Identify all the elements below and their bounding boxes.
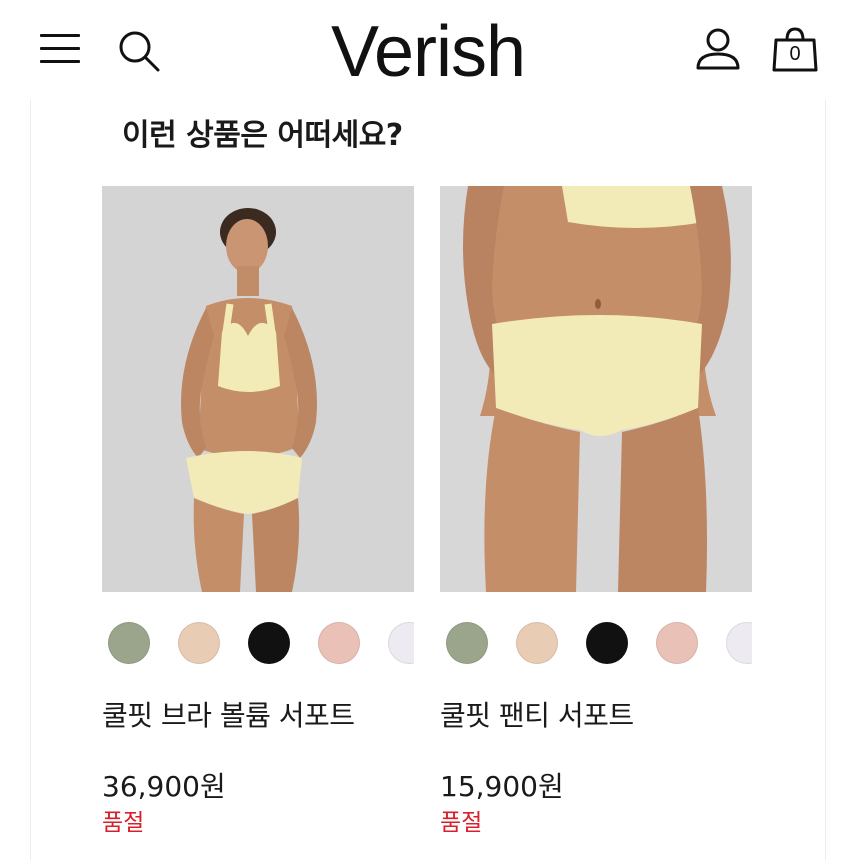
color-swatch[interactable]: [318, 622, 360, 664]
user-icon[interactable]: [694, 26, 742, 72]
color-swatch[interactable]: [178, 622, 220, 664]
product-price: 15,900원: [440, 770, 564, 803]
color-swatch[interactable]: [446, 622, 488, 664]
search-icon[interactable]: [116, 28, 162, 74]
color-swatch[interactable]: [388, 622, 414, 664]
product-image[interactable]: [102, 186, 414, 592]
color-swatch[interactable]: [108, 622, 150, 664]
sold-out-label: 품절: [102, 810, 145, 836]
color-swatches: [440, 614, 752, 674]
section-title: 이런 상품은 어떠세요?: [122, 118, 403, 153]
product-price: 36,900원: [102, 770, 226, 803]
brand-logo[interactable]: Verish: [300, 10, 556, 94]
color-swatch[interactable]: [248, 622, 290, 664]
site-header: Verish 0: [0, 0, 856, 100]
color-swatch[interactable]: [516, 622, 558, 664]
product-image[interactable]: [440, 186, 752, 592]
color-swatch[interactable]: [586, 622, 628, 664]
color-swatches: [102, 614, 414, 674]
shopping-bag-icon[interactable]: 0: [770, 26, 820, 74]
cart-count: 0: [789, 43, 801, 65]
hamburger-menu-icon[interactable]: [40, 30, 82, 66]
color-swatch[interactable]: [656, 622, 698, 664]
color-swatch[interactable]: [726, 622, 752, 664]
product-card[interactable]: 쿨핏 팬티 서포트 15,900원 품절: [440, 186, 752, 838]
sold-out-label: 품절: [440, 810, 483, 836]
product-name[interactable]: 쿨핏 브라 볼륨 서포트: [102, 696, 414, 736]
product-card[interactable]: 쿨핏 브라 볼륨 서포트 36,900원 품절: [102, 186, 414, 838]
product-name[interactable]: 쿨핏 팬티 서포트: [440, 696, 752, 736]
